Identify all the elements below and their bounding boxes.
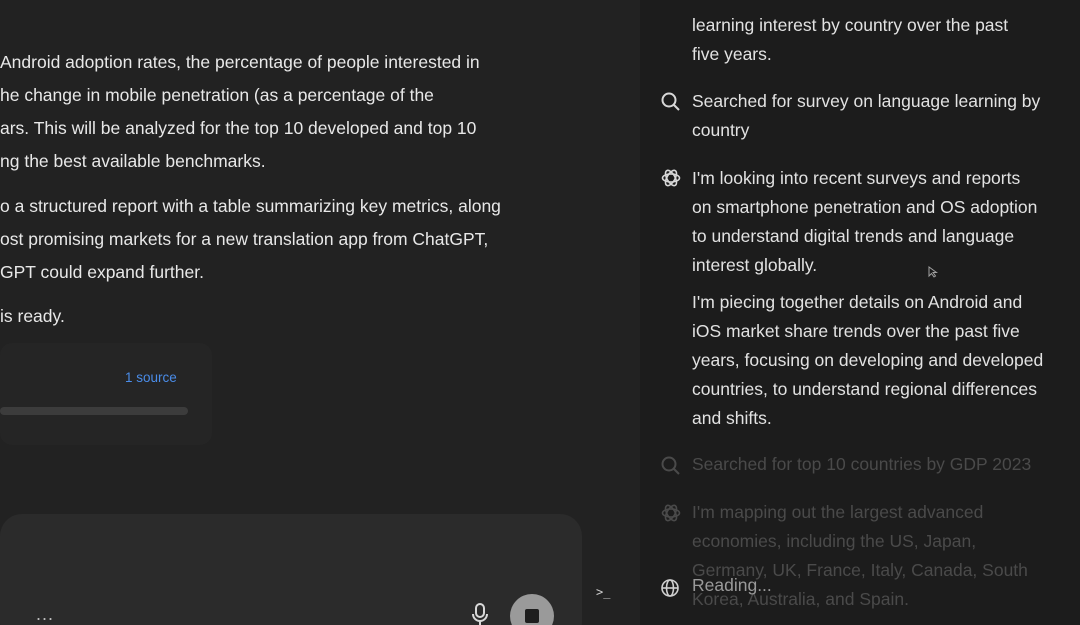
message-composer[interactable] (0, 514, 582, 625)
openai-logo-icon (661, 504, 681, 522)
chat-pane: Android adoption rates, the percentage o… (0, 0, 640, 625)
search-icon (661, 456, 680, 475)
activity-line: on smartphone penetration and OS adoptio… (692, 197, 1038, 217)
activity-line: to understand digital trends and languag… (692, 226, 1015, 246)
microphone-icon[interactable] (470, 602, 490, 625)
activity-line: country (692, 120, 750, 140)
activity-line: I'm mapping out the largest advanced (692, 502, 984, 522)
activity-line: Searched for top 10 countries by GDP 202… (692, 454, 1032, 474)
terminal-icon[interactable]: >_ (596, 585, 610, 599)
activity-line: I'm piecing together details on Android … (692, 292, 1023, 312)
message-line: Android adoption rates, the percentage o… (0, 52, 480, 72)
thinking-step-3: I'm mapping out the largest advanced eco… (692, 498, 1028, 614)
reading-status: Reading... (692, 575, 772, 595)
mouse-cursor-icon (928, 266, 938, 278)
activity-line: five years. (692, 44, 772, 64)
source-card[interactable] (0, 343, 212, 445)
source-link[interactable]: 1 source (125, 370, 177, 385)
activity-line: interest globally. (692, 255, 818, 275)
source-placeholder-bar (0, 407, 188, 415)
message-line: ng the best available benchmarks. (0, 151, 266, 171)
message-paragraph-2: o a structured report with a table summa… (0, 190, 501, 289)
thinking-step-2: I'm piecing together details on Android … (692, 288, 1043, 433)
message-paragraph-3: is ready. (0, 300, 65, 333)
activity-summary-text: learning interest by country over the pa… (692, 11, 1008, 69)
message-line: is ready. (0, 306, 65, 326)
activity-line: learning interest by country over the pa… (692, 15, 1009, 35)
activity-line: I'm looking into recent surveys and repo… (692, 168, 1021, 188)
message-line: GPT could expand further. (0, 262, 204, 282)
message-line: he change in mobile penetration (as a pe… (0, 85, 434, 105)
activity-line: Searched for survey on language learning… (692, 91, 1041, 111)
search-step-1: Searched for survey on language learning… (692, 87, 1040, 145)
activity-line: iOS market share trends over the past fi… (692, 321, 1020, 341)
search-step-2: Searched for top 10 countries by GDP 202… (692, 450, 1031, 479)
openai-logo-icon (661, 169, 681, 187)
message-line: o a structured report with a table summa… (0, 196, 501, 216)
activity-line: countries, to understand regional differ… (692, 379, 1038, 399)
message-line: ars. This will be analyzed for the top 1… (0, 118, 477, 138)
more-options-button[interactable]: ... (36, 604, 54, 625)
globe-icon (661, 579, 679, 597)
activity-line: economies, including the US, Japan, (692, 531, 977, 551)
message-paragraph-1: Android adoption rates, the percentage o… (0, 46, 480, 178)
search-icon (661, 92, 680, 111)
message-line: ost promising markets for a new translat… (0, 229, 489, 249)
activity-line: and shifts. (692, 408, 772, 428)
activity-line: years, focusing on developing and develo… (692, 350, 1044, 370)
thinking-step-1: I'm looking into recent surveys and repo… (692, 164, 1037, 280)
activity-pane: learning interest by country over the pa… (640, 0, 1080, 625)
